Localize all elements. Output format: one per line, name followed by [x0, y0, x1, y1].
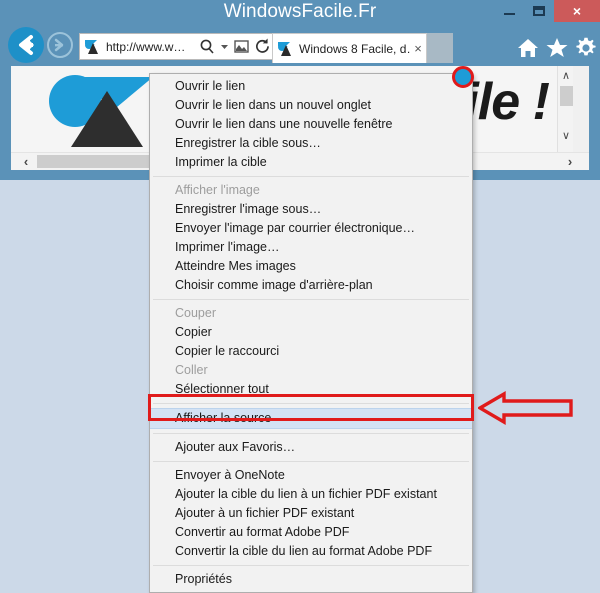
context-menu-separator: [153, 461, 469, 462]
context-menu-item[interactable]: Ajouter la cible du lien à un fichier PD…: [150, 485, 472, 504]
maximize-icon: [533, 6, 545, 16]
context-menu-item[interactable]: Sélectionner tout: [150, 380, 472, 399]
context-menu-item[interactable]: Envoyer l'image par courrier électroniqu…: [150, 219, 472, 238]
context-menu-separator: [153, 176, 469, 177]
close-icon: ×: [572, 3, 582, 19]
context-menu-separator: [153, 299, 469, 300]
browser-toolbar: http://www.w… Windows 8 Facile, d… ×: [0, 24, 600, 66]
address-bar[interactable]: http://www.w…: [79, 33, 274, 60]
context-menu-item: Afficher l'image: [175, 183, 260, 197]
site-logo-icon: [31, 69, 161, 149]
chevron-down-icon[interactable]: [218, 34, 231, 59]
back-button[interactable]: [8, 27, 44, 63]
context-menu-item[interactable]: Envoyer à OneNote: [150, 466, 472, 485]
tab-title: Windows 8 Facile, d…: [299, 41, 410, 56]
context-menu-item[interactable]: Ouvrir le lien: [150, 77, 472, 96]
context-menu-separator: [153, 565, 469, 566]
scroll-up-arrow-icon[interactable]: ∧: [558, 68, 574, 84]
context-menu-item[interactable]: Copier le raccourci: [150, 342, 472, 361]
context-menu-item[interactable]: Ouvrir le lien dans une nouvelle fenêtre: [150, 115, 472, 134]
back-arrow-icon: [19, 35, 34, 55]
star-icon[interactable]: [545, 36, 569, 60]
scroll-down-arrow-icon[interactable]: ∨: [558, 128, 574, 144]
site-favicon-icon: [84, 39, 102, 55]
context-menu-separator: [153, 403, 469, 404]
context-menu-item[interactable]: Imprimer la cible: [150, 153, 472, 172]
context-menu-item[interactable]: Convertir la cible du lien au format Ado…: [150, 542, 472, 561]
context-menu-item: Coller: [175, 363, 208, 377]
context-menu-item[interactable]: Ajouter aux Favoris…: [150, 438, 472, 457]
home-icon[interactable]: [516, 36, 540, 60]
refresh-icon[interactable]: [252, 34, 273, 59]
forward-arrow-icon: [54, 38, 64, 52]
compatibility-view-icon[interactable]: [231, 34, 252, 59]
context-menu-item[interactable]: Ajouter à un fichier PDF existant: [150, 504, 472, 523]
gear-icon[interactable]: [574, 36, 598, 60]
context-menu-item[interactable]: Atteindre Mes images: [150, 257, 472, 276]
tab-favicon-icon: [277, 41, 295, 57]
scroll-left-arrow-icon[interactable]: ‹: [17, 153, 35, 170]
page-vertical-scrollbar[interactable]: ∧ ∨: [557, 66, 573, 152]
context-menu: Ouvrir le lien Ouvrir le lien dans un nou…: [149, 73, 473, 593]
context-menu-item[interactable]: Copier: [150, 323, 472, 342]
forward-button[interactable]: [47, 32, 73, 58]
context-menu-item[interactable]: Ouvrir le lien dans un nouvel onglet: [150, 96, 472, 115]
maximize-button[interactable]: [524, 0, 554, 22]
blue-dot-annotation: [452, 66, 474, 88]
browser-tab[interactable]: Windows 8 Facile, d… ×: [272, 33, 427, 63]
context-menu-item[interactable]: Afficher la source: [150, 408, 472, 429]
scroll-right-arrow-icon[interactable]: ›: [561, 153, 579, 170]
red-arrow-annotation: [476, 390, 573, 426]
context-menu-item[interactable]: Enregistrer la cible sous…: [150, 134, 472, 153]
new-tab-button[interactable]: [427, 33, 453, 63]
url-text: http://www.w…: [106, 39, 186, 54]
close-button[interactable]: ×: [554, 0, 600, 22]
tab-close-icon[interactable]: ×: [410, 41, 426, 56]
context-menu-item[interactable]: Choisir comme image d'arrière-plan: [150, 276, 472, 295]
minimize-button[interactable]: [494, 0, 524, 22]
title-bar: WindowsFacile.Fr ×: [0, 0, 600, 24]
vertical-scroll-thumb[interactable]: [560, 86, 573, 106]
context-menu-item[interactable]: Enregistrer l'image sous…: [150, 200, 472, 219]
context-menu-item[interactable]: Propriétés: [150, 570, 472, 589]
minimize-icon: [504, 13, 515, 15]
context-menu-separator: [153, 433, 469, 434]
search-icon[interactable]: [197, 34, 218, 59]
context-menu-item: Couper: [175, 306, 216, 320]
context-menu-item[interactable]: Convertir au format Adobe PDF: [150, 523, 472, 542]
context-menu-item[interactable]: Imprimer l'image…: [150, 238, 472, 257]
